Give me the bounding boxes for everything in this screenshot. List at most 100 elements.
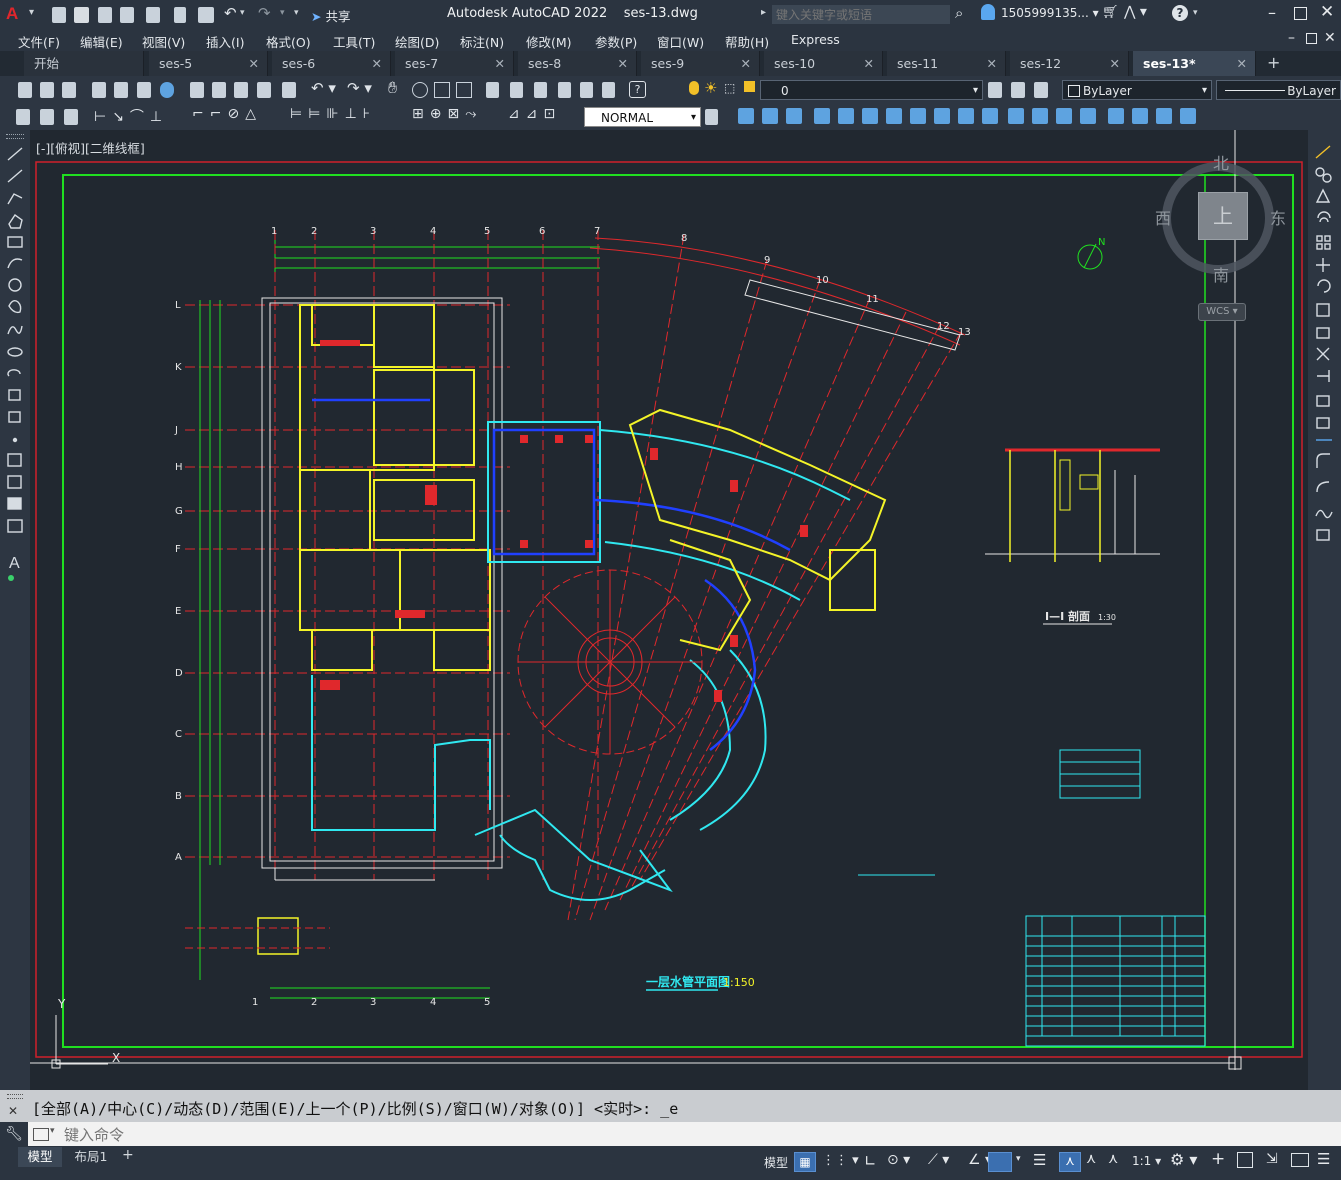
wcs-menu-button[interactable]: WCS ▾ bbox=[1198, 303, 1246, 321]
command-grip[interactable] bbox=[7, 1094, 23, 1099]
tab-ses-5[interactable]: ses-5 ✕ bbox=[149, 51, 268, 76]
plot-preview-icon[interactable] bbox=[114, 82, 128, 98]
menu-help[interactable]: 帮助(H) bbox=[725, 32, 769, 51]
layer-lock-icon[interactable]: ⬚ bbox=[724, 81, 735, 95]
dimstyle-dropdown[interactable]: NORMAL ▾ bbox=[584, 107, 701, 127]
redo-icon[interactable]: ↷ bbox=[258, 4, 271, 22]
annotation-scale-value[interactable]: 1:1 ▾ bbox=[1132, 1154, 1161, 1168]
menu-tools[interactable]: 工具(T) bbox=[333, 32, 375, 51]
close-tab-icon[interactable]: ✕ bbox=[741, 51, 751, 76]
open-icon[interactable] bbox=[40, 82, 54, 98]
close-tab-icon[interactable]: ✕ bbox=[1110, 51, 1120, 76]
explode-icon[interactable] bbox=[1080, 108, 1096, 124]
move-icon[interactable] bbox=[838, 108, 854, 124]
scale-icon[interactable] bbox=[886, 108, 902, 124]
model-space-toggle[interactable]: 模型 bbox=[764, 1154, 788, 1171]
cut-icon[interactable] bbox=[190, 82, 204, 98]
make-current-icon[interactable] bbox=[1011, 82, 1025, 98]
user-account[interactable]: 1505999135... ▾ bbox=[1001, 6, 1099, 20]
array-icon[interactable] bbox=[814, 108, 830, 124]
trim-icon[interactable] bbox=[934, 108, 950, 124]
units-icon[interactable] bbox=[1237, 1152, 1253, 1168]
menu-dimension[interactable]: 标注(N) bbox=[460, 32, 504, 51]
cart-icon[interactable]: 🛒︎ bbox=[1102, 5, 1119, 20]
sheet-set-icon[interactable] bbox=[558, 82, 571, 98]
close-tab-icon[interactable]: ✕ bbox=[372, 51, 382, 76]
viewcube-face-top[interactable]: 上 bbox=[1198, 192, 1248, 240]
offset-icon[interactable] bbox=[786, 108, 802, 124]
arc-dim-icon[interactable]: ⌐⌐⊘△ bbox=[192, 106, 262, 122]
tab-start[interactable]: 开始 bbox=[24, 51, 144, 76]
add-layout-button[interactable]: + bbox=[122, 1147, 134, 1163]
markup-icon[interactable] bbox=[580, 82, 593, 98]
table-style-icon[interactable] bbox=[64, 109, 78, 125]
close-tab-icon[interactable]: ✕ bbox=[618, 51, 628, 76]
autocad-logo-icon[interactable]: A bbox=[6, 4, 24, 24]
doc-restore-button[interactable] bbox=[1306, 33, 1317, 44]
menu-window[interactable]: 窗口(W) bbox=[657, 32, 704, 51]
tab-ses-6[interactable]: ses-6 ✕ bbox=[272, 51, 391, 76]
plot-icon[interactable] bbox=[198, 7, 214, 23]
tab-ses-11[interactable]: ses-11 ✕ bbox=[887, 51, 1006, 76]
menu-modify[interactable]: 修改(M) bbox=[526, 32, 572, 51]
dim-edit-icon[interactable]: ⊿⊿⊡ bbox=[508, 106, 561, 122]
tool-palettes-icon[interactable] bbox=[534, 82, 547, 98]
zoom-realtime-icon[interactable] bbox=[412, 82, 428, 98]
break-icon[interactable] bbox=[982, 108, 998, 124]
search-expand-icon[interactable]: ▸ bbox=[761, 7, 766, 18]
customize-qat-icon[interactable]: ▾ bbox=[294, 8, 299, 18]
close-command-icon[interactable]: ✕ bbox=[8, 1104, 18, 1118]
text-front-icon[interactable] bbox=[1180, 108, 1196, 124]
viewcube[interactable]: 上 北 南 西 东 bbox=[1155, 150, 1286, 285]
annotation-scale-icon[interactable]: ⋏ bbox=[1108, 1151, 1118, 1167]
quick-properties-icon[interactable]: ⇲ bbox=[1266, 1151, 1278, 1167]
design-center-icon[interactable] bbox=[510, 82, 523, 98]
customize-command-icon[interactable]: 🔧︎ bbox=[0, 1122, 28, 1146]
stretch-icon[interactable] bbox=[910, 108, 926, 124]
save-web-icon[interactable] bbox=[174, 7, 186, 23]
match-style-icon[interactable] bbox=[16, 109, 30, 125]
maximize-button[interactable] bbox=[1294, 7, 1307, 20]
linear-dim-icon[interactable]: ⊢↘⌒⊥ bbox=[94, 106, 168, 126]
properties-icon[interactable] bbox=[486, 82, 499, 98]
redo-icon[interactable]: ↷ ▾ bbox=[347, 79, 372, 97]
close-tab-icon[interactable]: ✕ bbox=[987, 51, 997, 76]
close-tab-icon[interactable]: ✕ bbox=[1237, 51, 1247, 76]
color-dropdown[interactable]: ByLayer ▾ bbox=[1062, 80, 1212, 100]
plot-icon[interactable] bbox=[92, 82, 106, 98]
customization-icon[interactable]: ☰ bbox=[1317, 1150, 1330, 1168]
annotation-visibility-icon[interactable]: ⋏ bbox=[1059, 1152, 1081, 1172]
help-button[interactable]: ? bbox=[1172, 5, 1188, 21]
search-input[interactable] bbox=[772, 5, 950, 24]
menu-edit[interactable]: 编辑(E) bbox=[80, 32, 123, 51]
help-icon[interactable]: ? bbox=[629, 81, 646, 98]
layer-on-icon[interactable] bbox=[689, 81, 699, 95]
ortho-icon[interactable]: ∟ bbox=[864, 1152, 877, 1170]
save-icon[interactable] bbox=[62, 82, 76, 98]
app-menu-chevron-icon[interactable]: ▾ bbox=[29, 7, 34, 18]
tab-layout1[interactable]: 布局1 bbox=[66, 1147, 116, 1167]
command-input[interactable] bbox=[62, 1123, 1336, 1147]
pan-icon[interactable]: ✋︎ bbox=[388, 78, 397, 98]
tab-ses-9[interactable]: ses-9 ✕ bbox=[641, 51, 760, 76]
join-icon[interactable] bbox=[1008, 108, 1024, 124]
doc-minimize-button[interactable]: – bbox=[1288, 30, 1295, 46]
toolbar-grip[interactable] bbox=[6, 134, 24, 139]
annotation-monitor-icon[interactable]: + bbox=[1211, 1149, 1225, 1169]
bring-front-icon[interactable] bbox=[1132, 108, 1148, 124]
viewcube-north[interactable]: 北 bbox=[1213, 150, 1229, 174]
open-icon[interactable] bbox=[74, 7, 89, 23]
open-web-icon[interactable] bbox=[146, 7, 160, 23]
search-icon[interactable]: ⌕ bbox=[955, 4, 963, 22]
tab-ses-13[interactable]: ses-13* ✕ bbox=[1133, 51, 1256, 76]
workspace-gear-icon[interactable]: ⚙︎ ▾ bbox=[1170, 1150, 1197, 1169]
redo-dropdown-icon[interactable]: ▾ bbox=[280, 8, 285, 18]
mirror-icon[interactable] bbox=[762, 108, 778, 124]
menu-parametric[interactable]: 参数(P) bbox=[595, 32, 637, 51]
save-as-icon[interactable] bbox=[120, 7, 134, 23]
quickcalc-icon[interactable] bbox=[602, 82, 615, 98]
copy-object-icon[interactable] bbox=[738, 108, 754, 124]
tab-ses-8[interactable]: ses-8 ✕ bbox=[518, 51, 637, 76]
user-icon[interactable] bbox=[981, 4, 995, 20]
menu-express[interactable]: Express bbox=[791, 32, 840, 47]
